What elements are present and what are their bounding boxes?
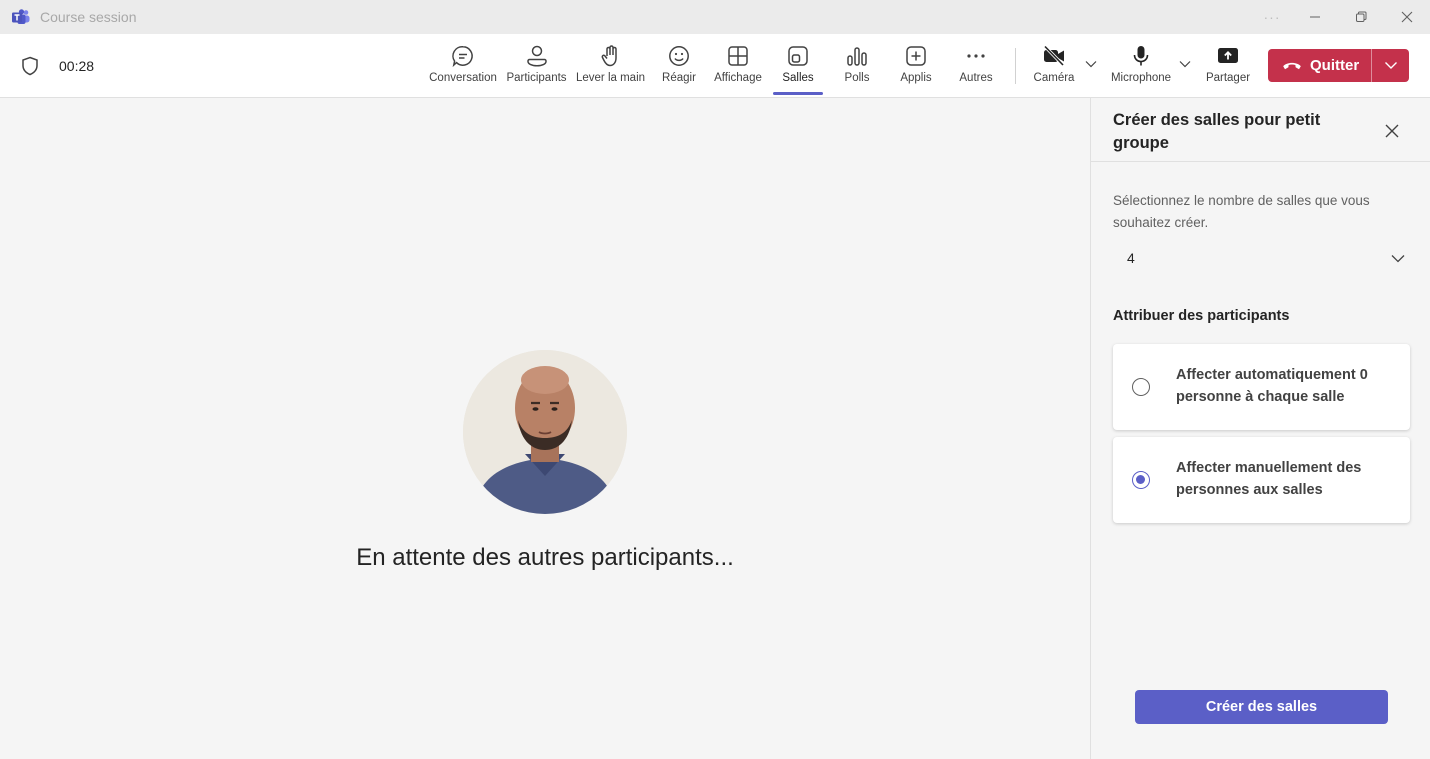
share-screen-icon [1218, 48, 1238, 63]
more-label: Autres [959, 72, 993, 84]
apps-button[interactable]: Applis [898, 44, 934, 90]
auto-assign-radio[interactable] [1132, 378, 1150, 396]
panel-title: Créer des salles pour petit groupe [1113, 111, 1321, 152]
more-icon [967, 54, 985, 58]
close-window-button[interactable] [1384, 0, 1430, 34]
camera-off-icon [1043, 45, 1065, 67]
chevron-down-icon [1391, 254, 1405, 262]
react-label: Réagir [662, 72, 696, 84]
people-icon [526, 45, 547, 67]
minimize-button[interactable] [1292, 0, 1338, 34]
room-count-dropdown[interactable]: 4 [1113, 246, 1405, 270]
manual-assign-label: Affecter manuellement des personnes aux … [1176, 460, 1362, 498]
apps-label: Applis [900, 72, 932, 84]
polls-button[interactable]: Polls [842, 44, 872, 90]
meeting-toolbar: 00:28 Conversation Participants Lever la… [0, 34, 1430, 98]
shield-icon[interactable] [21, 56, 39, 76]
assign-participants-heading: Attribuer des participants [1113, 308, 1290, 324]
restore-button[interactable] [1338, 0, 1384, 34]
emoji-icon [669, 46, 689, 66]
participants-label: Participants [506, 72, 567, 84]
close-icon [1401, 11, 1413, 23]
participant-avatar [463, 350, 627, 514]
more-button[interactable]: Autres [958, 44, 994, 90]
leave-options-button[interactable] [1372, 49, 1409, 82]
raise-hand-label: Lever la main [575, 72, 646, 84]
camera-label: Caméra [1033, 72, 1075, 84]
panel-header: Créer des salles pour petit groupe [1091, 98, 1430, 162]
breakout-rooms-panel: Créer des salles pour petit groupe Sélec… [1090, 98, 1430, 759]
waiting-message: En attente des autres participants... [356, 544, 734, 571]
breakout-rooms-icon [788, 46, 808, 66]
grid-view-icon [728, 46, 748, 66]
window-title: Course session [40, 9, 137, 25]
active-tab-indicator [773, 92, 823, 95]
polls-icon [847, 47, 867, 66]
manual-assign-option[interactable]: Affecter manuellement des personnes aux … [1113, 437, 1410, 523]
raise-hand-button[interactable]: Lever la main [576, 44, 645, 90]
toolbar-divider [1015, 48, 1016, 84]
minimize-icon [1310, 16, 1320, 18]
view-label: Affichage [714, 72, 762, 84]
hang-up-icon [1283, 62, 1301, 69]
window-more-button[interactable]: ··· [1252, 0, 1292, 34]
restore-icon [1356, 11, 1367, 22]
leave-button-main[interactable]: Quitter [1268, 49, 1372, 82]
meeting-timer: 00:28 [59, 58, 95, 74]
raise-hand-icon [601, 45, 617, 67]
chevron-down-icon [1384, 62, 1397, 69]
camera-options-chevron-icon[interactable] [1085, 60, 1097, 68]
rooms-button[interactable]: Salles [780, 44, 816, 90]
leave-label: Quitter [1310, 57, 1360, 74]
leave-meeting-button[interactable]: Quitter [1268, 49, 1409, 82]
add-apps-icon [906, 46, 926, 66]
auto-assign-label: Affecter automatiquement 0 personne à ch… [1176, 367, 1368, 405]
teams-logo-icon [12, 9, 30, 25]
camera-button[interactable]: Caméra [1032, 44, 1076, 90]
participants-button[interactable]: Participants [506, 44, 567, 90]
conversation-button[interactable]: Conversation [429, 44, 497, 90]
microphone-label: Microphone [1110, 72, 1172, 84]
room-count-instruction: Sélectionnez le nombre de salles que vou… [1113, 193, 1370, 230]
auto-assign-option[interactable]: Affecter automatiquement 0 personne à ch… [1113, 344, 1410, 430]
close-panel-icon[interactable] [1383, 122, 1401, 140]
title-bar: Course session ··· [0, 0, 1430, 34]
polls-label: Polls [844, 72, 870, 84]
meeting-stage: En attente des autres participants... [0, 98, 1090, 759]
share-button[interactable]: Partager [1204, 44, 1252, 90]
microphone-button[interactable]: Microphone [1108, 44, 1174, 90]
conversation-label: Conversation [429, 72, 497, 84]
react-button[interactable]: Réagir [659, 44, 699, 90]
rooms-label: Salles [782, 72, 814, 84]
create-rooms-button[interactable]: Créer des salles [1135, 690, 1388, 724]
chat-icon [452, 46, 473, 68]
view-button[interactable]: Affichage [712, 44, 764, 90]
room-count-value: 4 [1127, 250, 1135, 266]
microphone-options-chevron-icon[interactable] [1179, 60, 1191, 68]
share-label: Partager [1205, 72, 1251, 84]
microphone-icon [1133, 46, 1149, 66]
manual-assign-radio[interactable] [1132, 471, 1150, 489]
